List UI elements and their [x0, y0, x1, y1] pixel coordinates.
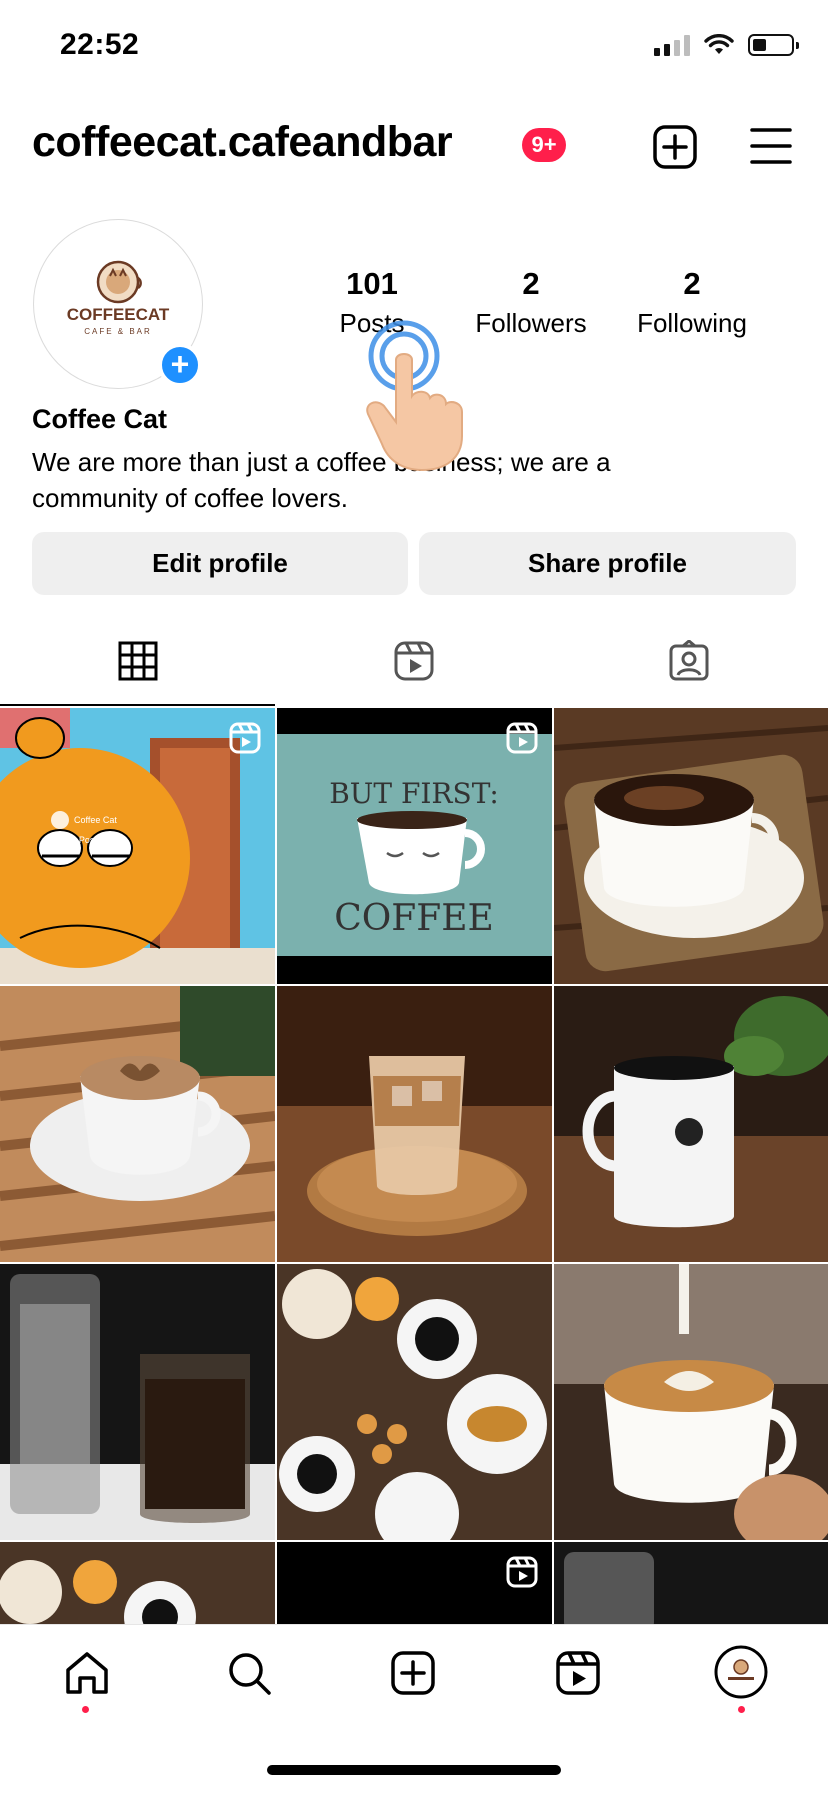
home-indicator: [267, 1765, 561, 1775]
white-mug-image: [554, 986, 828, 1262]
post-tile[interactable]: [0, 1542, 275, 1624]
post-tile[interactable]: Coffee Cat Coffee Post: [0, 708, 275, 984]
breakfast-table-partial-image: [0, 1542, 275, 1624]
post-tile[interactable]: BUT FIRST: COFFEE: [277, 708, 552, 984]
posts-count: 101: [346, 266, 398, 301]
tagged-icon[interactable]: [668, 640, 710, 682]
post-tile[interactable]: [277, 1542, 552, 1624]
post-tile[interactable]: [0, 986, 275, 1262]
notification-badge: 9+: [522, 128, 566, 162]
following-label: Following: [637, 308, 747, 338]
reel-badge-icon: [229, 722, 261, 754]
search-icon[interactable]: [226, 1650, 272, 1696]
profile-activity-dot: [738, 1706, 745, 1713]
stat-followers[interactable]: 2 Followers: [456, 266, 606, 339]
stat-following[interactable]: 2 Following: [617, 266, 767, 339]
tap-hand-icon: [366, 320, 463, 472]
espresso-cup-image: [554, 708, 828, 984]
home-icon[interactable]: [64, 1650, 110, 1696]
new-post-icon[interactable]: [652, 124, 698, 170]
breakfast-table-image: [277, 1264, 552, 1540]
reel-badge-icon: [506, 1556, 538, 1588]
logo-text: COFFEECAT: [67, 305, 170, 324]
post-tile[interactable]: [554, 1264, 828, 1540]
overlay-name: Coffee Cat: [74, 815, 117, 825]
profile-avatar-icon[interactable]: [714, 1645, 768, 1699]
followers-count: 2: [522, 266, 540, 301]
wifi-icon: [704, 34, 734, 54]
followers-label: Followers: [475, 308, 587, 338]
edit-profile-button[interactable]: Edit profile: [32, 532, 408, 595]
iced-latte-image: [277, 986, 552, 1262]
status-time: 22:52: [60, 28, 140, 61]
reels-icon[interactable]: [393, 640, 435, 682]
signal-icon: [654, 34, 690, 56]
create-icon[interactable]: [390, 1650, 436, 1696]
reel-badge-icon: [506, 722, 538, 754]
profile-handle[interactable]: coffeecat.cafeandbar: [32, 118, 453, 167]
post-tile[interactable]: [554, 986, 828, 1262]
post-tile[interactable]: [554, 708, 828, 984]
following-count: 2: [683, 266, 701, 301]
add-story-button[interactable]: +: [158, 343, 202, 387]
cappuccino-image: [0, 986, 275, 1262]
status-icons: [654, 34, 799, 56]
battery-icon: [748, 34, 799, 56]
display-name: Coffee Cat: [32, 404, 168, 434]
post-tile[interactable]: [554, 1542, 828, 1624]
share-profile-button[interactable]: Share profile: [419, 532, 796, 595]
illustration-top-text: BUT FIRST:: [329, 777, 499, 810]
grid-icon[interactable]: [117, 640, 159, 682]
home-activity-dot: [82, 1706, 89, 1713]
aeropress-partial-image: [564, 1552, 654, 1624]
post-tile[interactable]: [0, 1264, 275, 1540]
latte-art-image: [554, 1264, 828, 1540]
logo-subtext: CAFE & BAR: [84, 327, 152, 336]
menu-icon[interactable]: [750, 126, 792, 166]
post-tile[interactable]: [277, 986, 552, 1262]
overlay-caption: Coffee Post: [50, 835, 97, 845]
aeropress-image: [0, 1264, 275, 1540]
illustration-bottom-text: COFFEE: [334, 898, 494, 939]
active-tab-indicator: [0, 704, 275, 706]
post-tile[interactable]: [277, 1264, 552, 1540]
reels-nav-icon[interactable]: [555, 1650, 601, 1696]
